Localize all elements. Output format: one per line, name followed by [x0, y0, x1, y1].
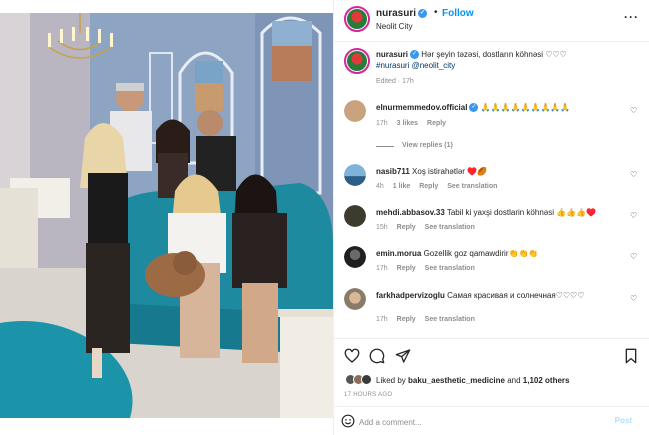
caption-username[interactable]: nurasuri: [376, 50, 408, 59]
comment-username[interactable]: mehdi.abbasov.33: [376, 208, 445, 217]
comment-age: 4h: [376, 183, 384, 190]
reply-button[interactable]: Reply: [419, 183, 438, 190]
heart-outline-icon[interactable]: ♡: [630, 106, 637, 115]
view-replies-button[interactable]: View replies (1): [402, 142, 453, 149]
author-avatar[interactable]: [344, 6, 370, 32]
verified-badge-icon: ✓: [469, 103, 479, 113]
replies-divider: [376, 146, 394, 147]
paper-plane-icon[interactable]: [395, 348, 411, 364]
caption-hashtags[interactable]: #nurasuri @neolit_city: [376, 61, 455, 70]
post-timestamp[interactable]: 17 HOURS AGO: [344, 392, 392, 398]
comment-username[interactable]: elnurmemmedov.official: [376, 103, 467, 112]
post-comment-button[interactable]: Post: [615, 416, 632, 425]
caption-text: nurasuri ✓ Hər şeyin təzəsi, dostların kö…: [376, 50, 567, 60]
heart-outline-icon[interactable]: ♡: [630, 252, 637, 261]
liker-username[interactable]: baku_aesthetic_medicine: [408, 376, 505, 385]
follow-button[interactable]: Follow: [442, 8, 474, 19]
comment-body: 🙏🙏🙏🙏🙏🙏🙏🙏🙏: [480, 103, 571, 112]
verified-badge-icon: ✓: [418, 8, 428, 18]
comments-list: nurasuri ✓ Hər şeyin təzəsi, dostların kö…: [334, 42, 649, 338]
comment-body: Gozellik goz qamawdirir👏👏👏: [423, 249, 539, 258]
reply-button[interactable]: Reply: [397, 224, 416, 231]
comment-avatar[interactable]: [344, 100, 366, 122]
comment-username[interactable]: farkhadpervizoglu: [376, 291, 445, 300]
comment-likes-count[interactable]: 1 like: [393, 183, 411, 190]
post-image: [0, 13, 333, 418]
comment-input[interactable]: [359, 415, 589, 429]
likes-summary: Liked by baku_aesthetic_medicine and 1,1…: [376, 376, 570, 385]
post-header: nurasuri ✓ • Follow Neolit City ···: [334, 0, 649, 42]
separator-dot: •: [434, 7, 438, 18]
smiley-icon[interactable]: [341, 414, 355, 428]
post-actions: Liked by baku_aesthetic_medicine and 1,1…: [334, 338, 649, 435]
heart-outline-icon[interactable]: ♡: [630, 294, 637, 303]
liker-avatar[interactable]: [361, 374, 372, 385]
comment-item: mehdi.abbasov.33 Tabil ki yaxşi dostlari…: [376, 208, 596, 217]
comment-likes-count[interactable]: 3 likes: [397, 120, 418, 127]
comment-avatar[interactable]: [344, 164, 366, 186]
comment-avatar[interactable]: [344, 246, 366, 268]
heart-icon[interactable]: [344, 348, 360, 364]
see-translation-button[interactable]: See translation: [425, 265, 475, 272]
caption-meta: Edited · 17h: [376, 78, 414, 85]
comment-item: farkhadpervizoglu Самая красивая и солне…: [376, 291, 584, 300]
heart-outline-icon[interactable]: ♡: [630, 211, 637, 220]
comment-age: 15h: [376, 224, 388, 231]
comment-meta: 15h Reply See translation: [376, 224, 482, 231]
verified-badge-icon: ✓: [410, 50, 420, 60]
comment-avatar[interactable]: [344, 205, 366, 227]
instagram-post-modal: nurasuri ✓ • Follow Neolit City ··· nuras…: [0, 0, 649, 435]
comment-meta: 17h 3 likes Reply: [376, 120, 453, 127]
reply-button[interactable]: Reply: [427, 120, 446, 127]
likes-others-button[interactable]: 1,102 others: [523, 376, 570, 385]
likes-prefix: Liked by: [376, 376, 406, 385]
comment-avatar[interactable]: [344, 288, 366, 310]
comment-item: elnurmemmedov.official ✓ 🙏🙏🙏🙏🙏🙏🙏🙏🙏: [376, 103, 571, 113]
caption-body: Hər şeyin təzəsi, dostların köhnəsi ♡♡♡: [421, 50, 567, 59]
likes-joiner: and: [507, 376, 521, 385]
comment-meta: 4h 1 like Reply See translation: [376, 183, 504, 190]
add-comment-bar: Post: [334, 406, 649, 435]
comment-age: 17h: [376, 316, 388, 323]
comment-meta: 17h Reply See translation: [376, 316, 482, 323]
post-side-panel: nurasuri ✓ • Follow Neolit City ··· nuras…: [333, 0, 649, 435]
comment-icon[interactable]: [369, 348, 385, 364]
comment-body: Самая красивая и солнечная♡♡♡♡: [447, 291, 585, 300]
comment-item: emin.morua Gozellik goz qamawdirir👏👏👏: [376, 249, 538, 258]
location-link[interactable]: Neolit City: [376, 22, 412, 31]
reply-button[interactable]: Reply: [397, 265, 416, 272]
comment-username[interactable]: emin.morua: [376, 249, 421, 258]
comment-age: 17h: [376, 265, 388, 272]
post-photo[interactable]: [0, 13, 333, 418]
comment-meta: 17h Reply See translation: [376, 265, 482, 272]
caption-author-avatar[interactable]: [344, 48, 370, 74]
see-translation-button[interactable]: See translation: [447, 183, 497, 190]
see-translation-button[interactable]: See translation: [425, 316, 475, 323]
reply-button[interactable]: Reply: [397, 316, 416, 323]
see-translation-button[interactable]: See translation: [425, 224, 475, 231]
comment-username[interactable]: nasib711: [376, 167, 410, 176]
comment-item: nasib711 Xoş istirahətlər ♥️🏉: [376, 167, 487, 176]
author-username[interactable]: nurasuri ✓: [376, 8, 428, 19]
more-dots-icon[interactable]: ···: [624, 10, 639, 24]
comment-age: 17h: [376, 120, 388, 127]
comment-body: Tabil ki yaxşi dostlarin köhnəsi 👍👍👍♥️: [446, 208, 597, 217]
comment-body: Xoş istirahətlər ♥️🏉: [412, 167, 488, 176]
bookmark-icon[interactable]: [624, 348, 638, 364]
heart-outline-icon[interactable]: ♡: [630, 170, 637, 179]
